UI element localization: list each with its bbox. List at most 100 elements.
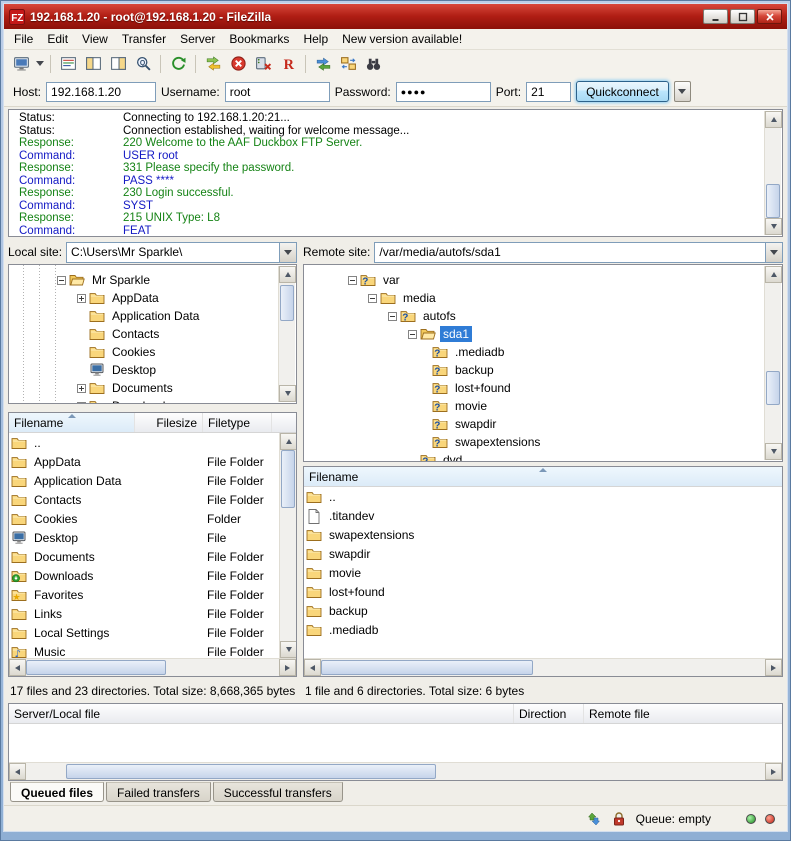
file-row[interactable]: AppDataFile Folder bbox=[9, 452, 279, 471]
scroll-thumb[interactable] bbox=[26, 660, 166, 675]
file-row[interactable]: DownloadsFile Folder bbox=[9, 566, 279, 585]
file-row[interactable]: CookiesFolder bbox=[9, 509, 279, 528]
file-row[interactable]: .. bbox=[304, 487, 782, 506]
file-row[interactable]: .mediadb bbox=[304, 620, 782, 639]
tree-item[interactable]: swapdir bbox=[304, 415, 764, 433]
reconnect-button[interactable]: R bbox=[276, 53, 300, 75]
menu-bookmarks[interactable]: Bookmarks bbox=[222, 30, 296, 48]
menu-server[interactable]: Server bbox=[173, 30, 222, 48]
scroll-down-button[interactable] bbox=[280, 641, 296, 658]
column-header-server-local-file[interactable]: Server/Local file bbox=[9, 704, 514, 723]
titlebar[interactable]: FZ 192.168.1.20 - root@192.168.1.20 - Fi… bbox=[4, 4, 787, 29]
file-row[interactable]: swapdir bbox=[304, 544, 782, 563]
process-queue-button[interactable] bbox=[201, 53, 225, 75]
host-input[interactable] bbox=[46, 82, 156, 102]
scroll-thumb[interactable] bbox=[766, 184, 780, 218]
tree-item[interactable]: backup bbox=[304, 361, 764, 379]
scroll-left-button[interactable] bbox=[9, 659, 26, 676]
scroll-track[interactable] bbox=[765, 128, 781, 218]
cancel-button[interactable] bbox=[226, 53, 250, 75]
close-button[interactable] bbox=[757, 9, 782, 24]
synchronized-browsing-button[interactable] bbox=[336, 53, 360, 75]
file-row[interactable]: DesktopFile bbox=[9, 528, 279, 547]
remote-tree-vertical-scrollbar[interactable] bbox=[764, 266, 781, 460]
tab-successful-transfers[interactable]: Successful transfers bbox=[213, 782, 343, 802]
remote-site-combo[interactable]: /var/media/autofs/sda1 bbox=[374, 242, 783, 263]
quickconnect-button[interactable]: Quickconnect bbox=[576, 81, 669, 102]
file-row[interactable]: .. bbox=[9, 433, 279, 452]
tree-item[interactable]: movie bbox=[304, 397, 764, 415]
tab-queued-files[interactable]: Queued files bbox=[10, 782, 104, 802]
file-row[interactable]: Local SettingsFile Folder bbox=[9, 623, 279, 642]
tree-item selected-tree-item[interactable]: sda1 bbox=[304, 325, 764, 343]
queue-body[interactable] bbox=[9, 724, 782, 762]
scroll-thumb[interactable] bbox=[766, 371, 780, 405]
column-header-filename[interactable]: Filename bbox=[304, 467, 782, 486]
menu-edit[interactable]: Edit bbox=[40, 30, 75, 48]
collapse-icon[interactable] bbox=[368, 294, 377, 303]
local-list-vertical-scrollbar[interactable] bbox=[279, 433, 296, 658]
file-row[interactable]: LinksFile Folder bbox=[9, 604, 279, 623]
queue-horizontal-scrollbar[interactable] bbox=[9, 762, 782, 780]
scroll-track[interactable] bbox=[765, 283, 781, 443]
local-list-horizontal-scrollbar[interactable] bbox=[9, 658, 296, 676]
username-input[interactable] bbox=[225, 82, 330, 102]
remote-list-horizontal-scrollbar[interactable] bbox=[304, 658, 782, 676]
menu-help[interactable]: Help bbox=[296, 30, 335, 48]
tree-item[interactable]: Documents bbox=[9, 379, 278, 397]
scroll-track[interactable] bbox=[321, 659, 765, 676]
collapse-icon[interactable] bbox=[388, 312, 397, 321]
combo-dropdown-button[interactable] bbox=[765, 243, 782, 262]
refresh-button[interactable] bbox=[166, 53, 190, 75]
column-header-filetype[interactable]: Filetype bbox=[203, 413, 272, 432]
scroll-right-button[interactable] bbox=[765, 763, 782, 780]
toggle-remote-tree-button[interactable] bbox=[106, 53, 130, 75]
scroll-left-button[interactable] bbox=[304, 659, 321, 676]
scroll-up-button[interactable] bbox=[279, 266, 296, 283]
tree-item[interactable]: Application Data bbox=[9, 307, 278, 325]
tree-item[interactable]: dvd bbox=[304, 451, 764, 462]
toggle-local-tree-button[interactable] bbox=[81, 53, 105, 75]
maximize-button[interactable] bbox=[730, 9, 755, 24]
combo-dropdown-button[interactable] bbox=[279, 243, 296, 262]
column-header-direction[interactable]: Direction bbox=[514, 704, 584, 723]
column-header-filename[interactable]: Filename bbox=[9, 413, 135, 432]
encryption-lock-icon[interactable] bbox=[611, 811, 627, 827]
site-manager-dropdown[interactable] bbox=[34, 53, 45, 75]
find-files-button[interactable] bbox=[361, 53, 385, 75]
file-row[interactable]: backup bbox=[304, 601, 782, 620]
scroll-thumb[interactable] bbox=[281, 450, 295, 508]
scroll-right-button[interactable] bbox=[279, 659, 296, 676]
scroll-track[interactable] bbox=[280, 450, 296, 641]
scroll-thumb[interactable] bbox=[66, 764, 436, 779]
password-input[interactable] bbox=[396, 82, 491, 102]
tree-item[interactable]: var bbox=[304, 271, 764, 289]
tree-item[interactable]: media bbox=[304, 289, 764, 307]
tab-failed-transfers[interactable]: Failed transfers bbox=[106, 782, 211, 802]
speed-limits-icon[interactable] bbox=[586, 811, 602, 827]
menu-transfer[interactable]: Transfer bbox=[115, 30, 173, 48]
expand-icon[interactable] bbox=[77, 384, 86, 393]
disconnect-button[interactable] bbox=[251, 53, 275, 75]
tree-item[interactable]: Downloads bbox=[9, 397, 278, 404]
tree-item[interactable]: Cookies bbox=[9, 343, 278, 361]
collapse-icon[interactable] bbox=[348, 276, 357, 285]
local-tree-vertical-scrollbar[interactable] bbox=[278, 266, 295, 402]
file-row[interactable]: Application DataFile Folder bbox=[9, 471, 279, 490]
scroll-down-button[interactable] bbox=[765, 218, 782, 235]
toggle-message-log-button[interactable] bbox=[56, 53, 80, 75]
tree-item[interactable]: Desktop bbox=[9, 361, 278, 379]
scroll-right-button[interactable] bbox=[765, 659, 782, 676]
scroll-track[interactable] bbox=[26, 763, 765, 780]
menu-view[interactable]: View bbox=[75, 30, 115, 48]
column-header-remote-file[interactable]: Remote file bbox=[584, 704, 782, 723]
tree-item[interactable]: lost+found bbox=[304, 379, 764, 397]
quickconnect-dropdown[interactable] bbox=[674, 81, 691, 102]
scroll-down-button[interactable] bbox=[765, 443, 782, 460]
scroll-thumb[interactable] bbox=[280, 285, 294, 321]
tree-item[interactable]: AppData bbox=[9, 289, 278, 307]
menu-file[interactable]: File bbox=[7, 30, 40, 48]
collapse-icon[interactable] bbox=[57, 276, 66, 285]
scroll-up-button[interactable] bbox=[280, 433, 296, 450]
file-row[interactable]: ContactsFile Folder bbox=[9, 490, 279, 509]
